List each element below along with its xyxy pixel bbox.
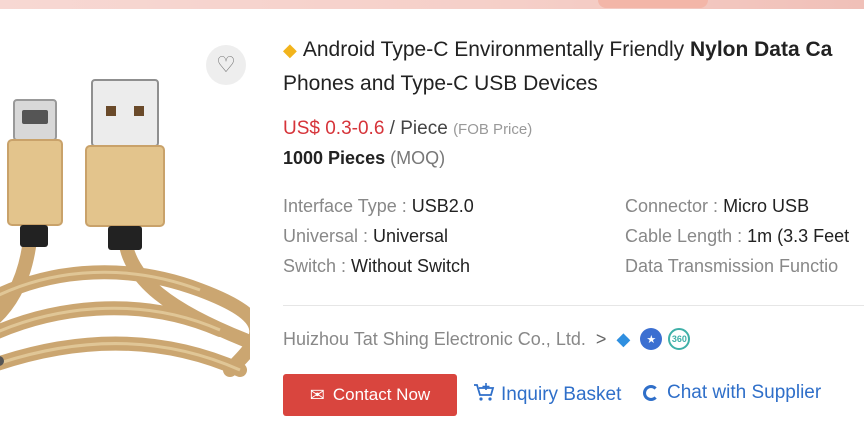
attr-value: Micro USB — [723, 196, 810, 216]
attr-key: Data Transmission Functio — [625, 256, 839, 276]
product-image[interactable] — [0, 40, 250, 380]
supplier-row: Huizhou Tat Shing Electronic Co., Ltd. >… — [283, 328, 691, 350]
contact-now-button[interactable]: ✉ Contact Now — [283, 374, 457, 416]
envelope-icon: ✉ — [309, 384, 325, 405]
supplier-name-link[interactable]: Huizhou Tat Shing Electronic Co., Ltd. — [283, 329, 586, 350]
contact-now-label: Contact Now — [332, 385, 431, 404]
cart-plus-icon — [473, 382, 495, 408]
attr-data-transmission: Data Transmission Functio — [625, 256, 838, 277]
product-title[interactable]: ◆ Android Type-C Environmentally Friendly… — [283, 33, 864, 101]
moq-line: 1000 Pieces (MOQ) — [283, 148, 445, 169]
price-value: US$ 0.3-0.6 — [283, 118, 385, 139]
title-prefix: Android Type-C Environmentally Friendly — [302, 38, 690, 61]
inquiry-basket-link[interactable]: Inquiry Basket — [473, 382, 621, 408]
360-badge-icon[interactable]: 360 — [668, 328, 691, 350]
cable-illustration — [0, 79, 250, 377]
diamond-member-icon[interactable]: ◆ — [612, 328, 634, 350]
moq-quantity: 1000 Pieces — [283, 148, 386, 168]
attr-key: Universal : — [283, 226, 374, 246]
chevron-right-icon[interactable]: > — [596, 329, 607, 350]
chat-label: Chat with Supplier — [667, 382, 822, 403]
audited-supplier-icon[interactable]: ★ — [640, 328, 663, 350]
chat-icon — [643, 385, 659, 401]
attr-value: Universal — [373, 226, 449, 246]
attr-key: Cable Length : — [625, 226, 748, 246]
attr-key: Connector : — [625, 196, 724, 216]
gold-diamond-icon: ◆ — [283, 40, 297, 60]
title-bold: Nylon Data Ca — [689, 38, 833, 61]
attr-universal: Universal : Universal — [283, 226, 448, 247]
title-line2: Phones and Type-C USB Devices — [283, 72, 598, 95]
attr-switch: Switch : Without Switch — [283, 256, 470, 277]
price-note: (FOB Price) — [453, 121, 533, 138]
banner-fragment — [598, 0, 708, 8]
attr-cable-length: Cable Length : 1m (3.3 Feet — [625, 226, 849, 247]
attr-connector: Connector : Micro USB — [625, 196, 809, 217]
moq-label: (MOQ) — [390, 148, 446, 168]
attr-interface-type: Interface Type : USB2.0 — [283, 196, 474, 217]
inquiry-basket-label: Inquiry Basket — [501, 384, 622, 405]
favorite-button[interactable]: ♡ — [206, 45, 246, 85]
attr-key: Interface Type : — [283, 196, 412, 216]
attr-value: 1m (3.3 Feet — [747, 226, 850, 246]
chat-with-supplier-link[interactable]: Chat with Supplier — [643, 382, 821, 404]
attr-value: USB2.0 — [411, 196, 474, 216]
price-unit: / Piece — [384, 118, 448, 139]
attr-key: Switch : — [283, 256, 352, 276]
heart-icon: ♡ — [216, 52, 236, 77]
price-line: US$ 0.3-0.6 / Piece (FOB Price) — [283, 118, 532, 140]
divider — [283, 305, 864, 306]
attr-value: Without Switch — [351, 256, 471, 276]
top-banner-strip — [0, 0, 864, 9]
